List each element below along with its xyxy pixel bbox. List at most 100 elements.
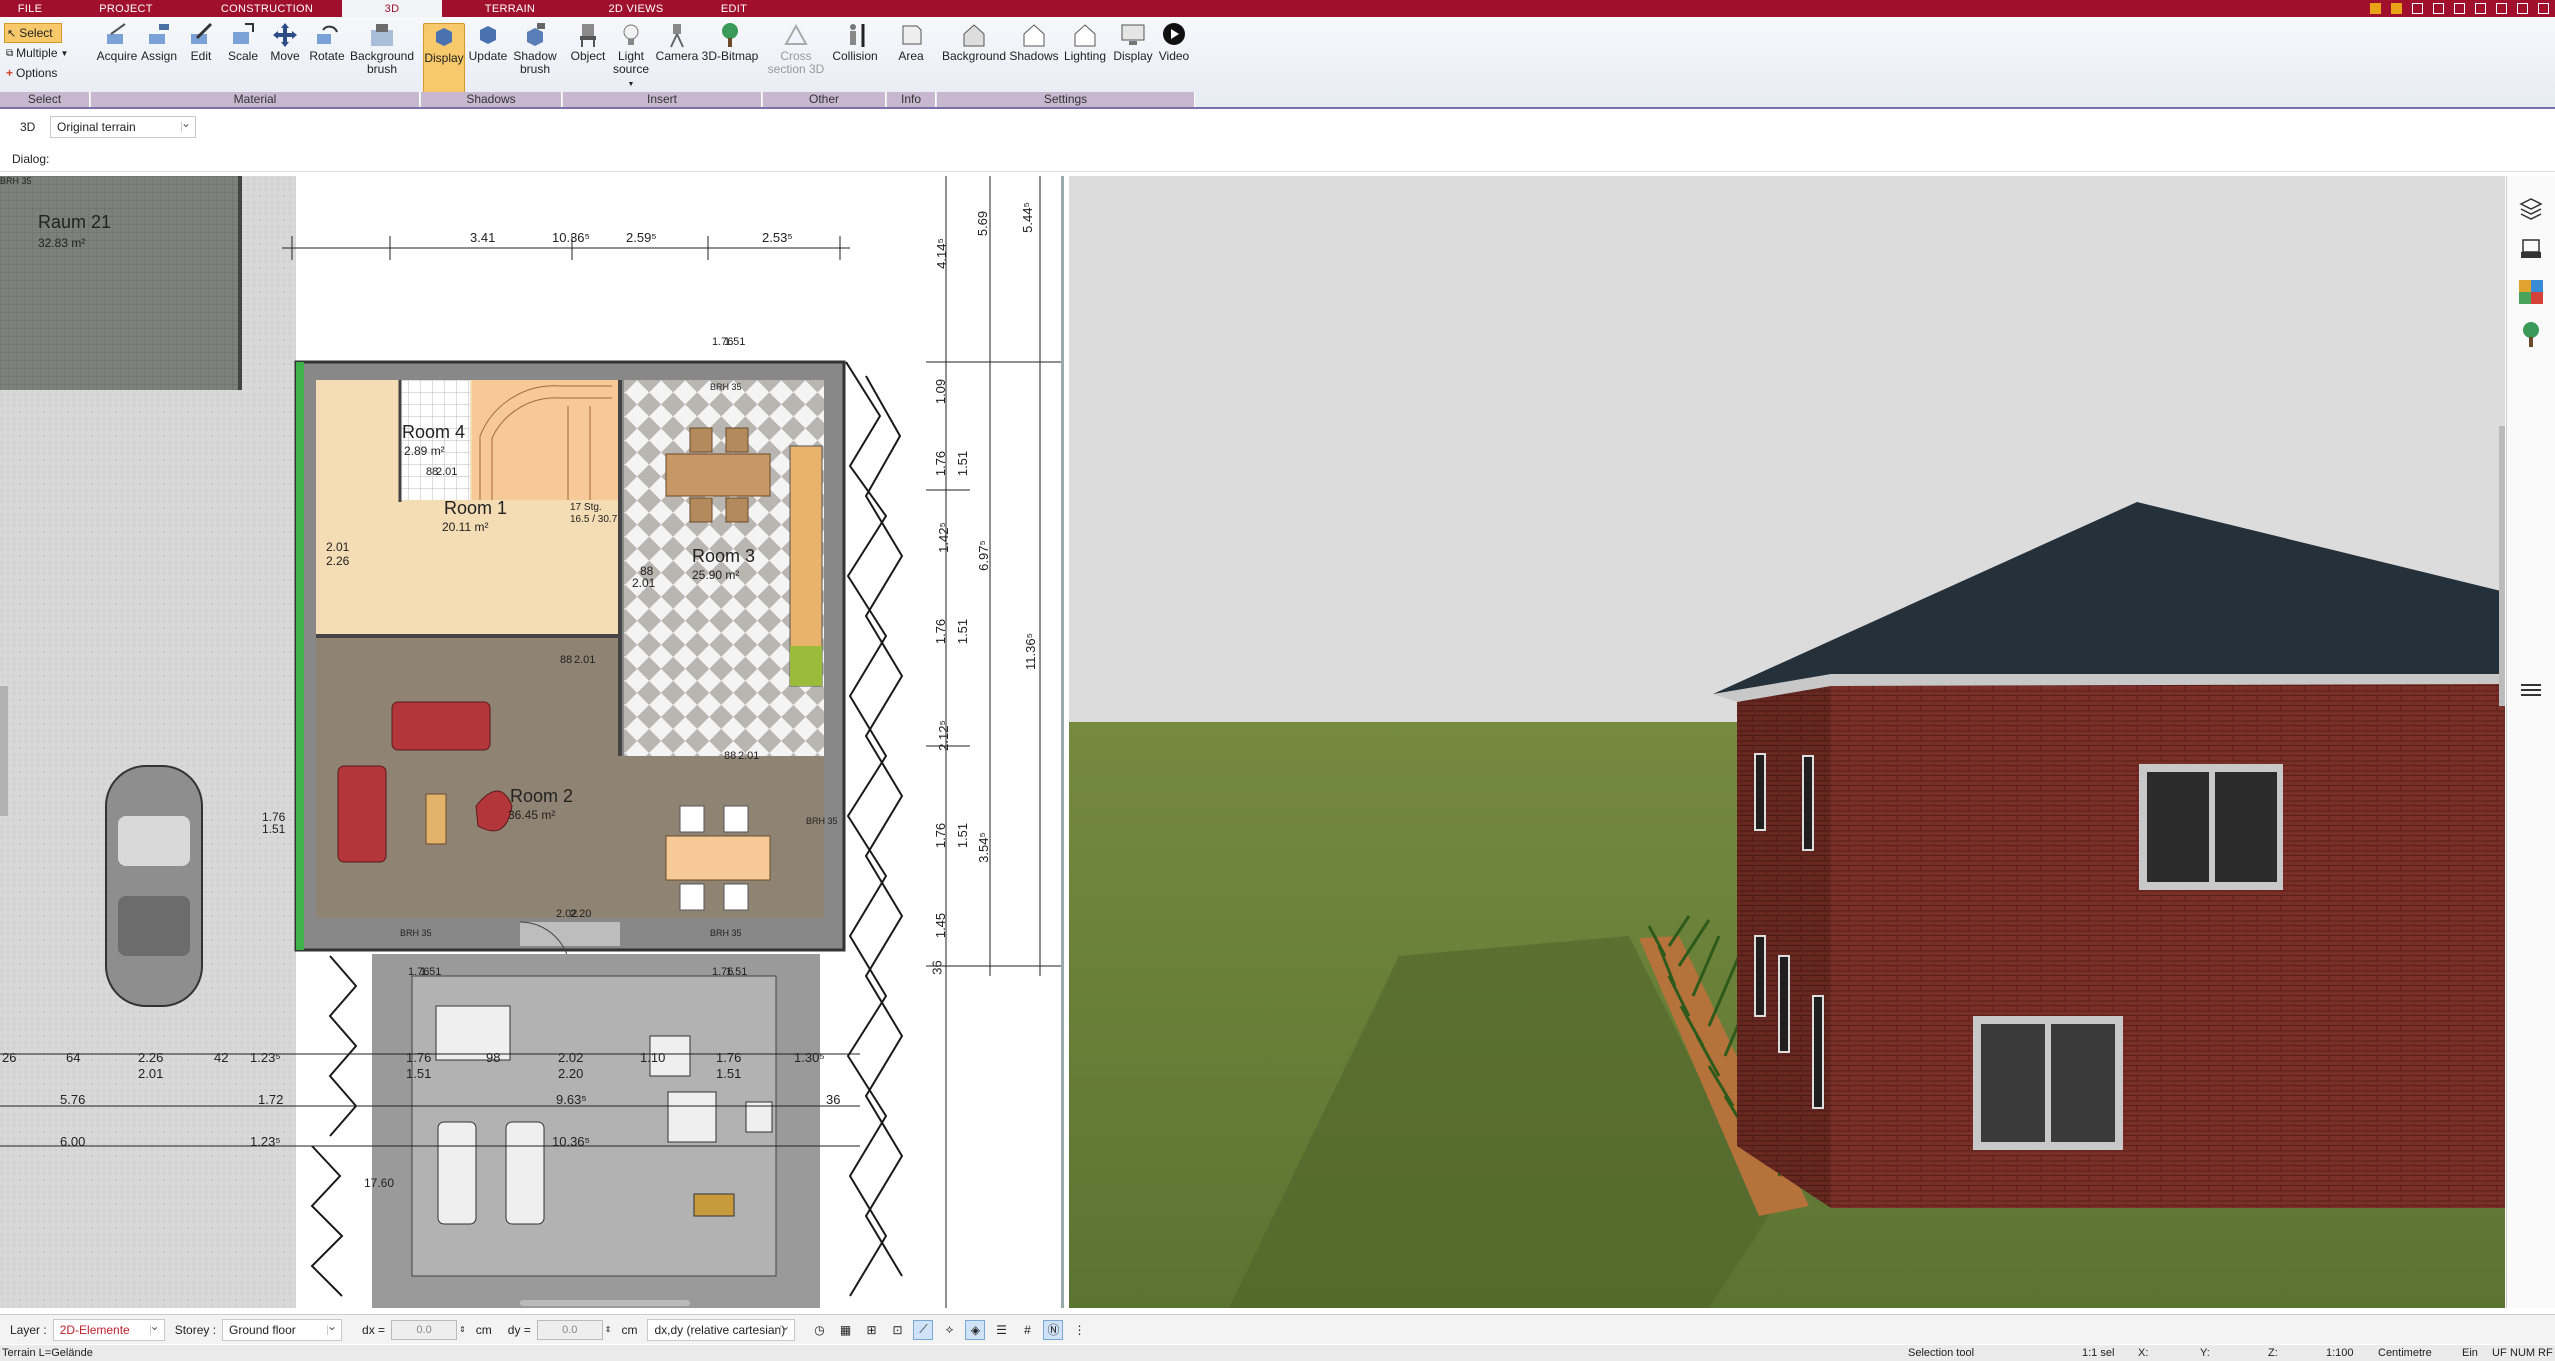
tab-construction[interactable]: CONSTRUCTION: [192, 0, 342, 17]
room-4-label: Room 4: [402, 422, 466, 442]
door-dim: 2.01: [738, 750, 760, 762]
area-icon: [902, 25, 922, 45]
insert-3d-bitmap-button[interactable]: 3D-Bitmap: [701, 22, 759, 63]
layers-icon[interactable]: [2517, 194, 2545, 222]
settings-icon[interactable]: [2412, 3, 2423, 14]
dy-label: dy =: [507, 1322, 531, 1337]
room-2-area: 36.45 m²: [508, 808, 556, 822]
dy-stepper[interactable]: ⇕: [605, 1325, 612, 1334]
collision-button[interactable]: Collision: [827, 22, 883, 63]
settings-video-button[interactable]: Video: [1155, 22, 1193, 63]
shadow-display-button[interactable]: Display: [423, 23, 465, 95]
dim-right: 1.76: [933, 450, 949, 477]
tab-edit[interactable]: EDIT: [694, 0, 774, 17]
dim-bottom: 1.23⁵: [250, 1050, 281, 1065]
options-button[interactable]: + Options: [4, 63, 84, 83]
insert-object-button[interactable]: Object: [567, 22, 609, 63]
hedge-right-icon: [845, 361, 904, 1297]
north-icon[interactable]: Ⓝ: [1043, 1319, 1064, 1340]
3d-viewport[interactable]: [1069, 176, 2505, 1308]
scale-button[interactable]: Scale: [223, 22, 263, 63]
insert-light-source-button[interactable]: Light source ▼: [609, 22, 653, 91]
settings-background-button[interactable]: Background: [941, 22, 1007, 63]
tab-terrain[interactable]: TERRAIN: [442, 0, 578, 17]
settings-shadows-button[interactable]: Shadows: [1009, 22, 1059, 63]
tab-project[interactable]: PROJECT: [60, 0, 192, 17]
shadow-update-button[interactable]: Update: [467, 22, 509, 63]
settings-lighting-button[interactable]: Lighting: [1061, 22, 1109, 63]
tab-2d-views[interactable]: 2D VIEWS: [578, 0, 694, 17]
select-tool-button[interactable]: ↖ Select: [4, 23, 62, 43]
multiple-button[interactable]: ⧉ Multiple ▼: [4, 43, 84, 63]
dx-input[interactable]: 0.0: [391, 1319, 458, 1340]
ein-indicator: Ein: [2462, 1347, 2478, 1359]
snap-point-icon[interactable]: ⊡: [887, 1320, 907, 1340]
3d-vertical-scrollbar[interactable]: [2499, 426, 2505, 706]
insert-camera-button[interactable]: Camera: [655, 22, 699, 63]
tools-icon[interactable]: [2370, 3, 2381, 14]
furniture-icon[interactable]: [2517, 236, 2545, 264]
background-brush-button[interactable]: Background brush: [349, 22, 415, 76]
ortho-icon[interactable]: ◈: [965, 1319, 986, 1340]
menu-lines-icon[interactable]: [2517, 676, 2545, 704]
acquire-button[interactable]: Acquire: [95, 22, 139, 63]
minimize-icon[interactable]: [2454, 3, 2465, 14]
snap-wall-icon[interactable]: ⊞: [861, 1320, 881, 1340]
maximize-icon[interactable]: [2475, 3, 2486, 14]
ribbon-tab-bar: FILE PROJECT CONSTRUCTION 3D TERRAIN 2D …: [0, 0, 2555, 17]
terrain-select[interactable]: Original terrain: [50, 116, 196, 138]
snap-grid-icon[interactable]: ▦: [835, 1320, 855, 1340]
coord-mode-select[interactable]: dx,dy (relative cartesian): [647, 1318, 796, 1341]
layer-select[interactable]: 2D-Elemente: [52, 1318, 165, 1341]
cube-refresh-icon: [480, 26, 496, 44]
chevron-down-icon: [150, 1319, 160, 1335]
plan-horizontal-scrollbar[interactable]: [520, 1300, 690, 1306]
rotate-button[interactable]: Rotate: [307, 22, 347, 63]
dim-bottom: 64: [66, 1050, 81, 1065]
edit-material-button[interactable]: Edit: [181, 22, 221, 63]
door-dim: 88: [560, 654, 573, 666]
room-4-area: 2.89 m²: [404, 444, 445, 458]
house-lighting-icon: [1074, 24, 1096, 47]
plants-icon[interactable]: [2517, 320, 2545, 348]
raster-icon[interactable]: ☰: [991, 1320, 1011, 1340]
scale-icon: [233, 23, 254, 44]
dialog-label: Dialog:: [12, 151, 50, 166]
snap-angle-icon[interactable]: ⟡: [939, 1320, 959, 1340]
help-icon[interactable]: [2496, 3, 2507, 14]
dim-bottom: 5.76: [60, 1092, 86, 1107]
close-icon[interactable]: [2538, 3, 2549, 14]
wall-green-left: [296, 362, 304, 950]
materials-icon[interactable]: [2517, 278, 2545, 306]
info-icon[interactable]: [2433, 3, 2444, 14]
floor-plan-viewport[interactable]: Raum 21 32.83 m² Room 4 2.89 m² Room 1 2…: [0, 176, 1064, 1308]
storey-select[interactable]: Ground floor: [222, 1318, 343, 1341]
table-room2-icon: [665, 835, 771, 881]
room-3-label: Room 3: [692, 546, 756, 566]
assign-button[interactable]: Assign: [139, 22, 179, 63]
cross-section-3d-button[interactable]: Cross section 3D: [767, 22, 825, 76]
grid-icon[interactable]: #: [1017, 1320, 1037, 1340]
dim-right: 1.51: [955, 450, 971, 477]
tab-file[interactable]: FILE: [0, 0, 60, 17]
more-vertical-icon[interactable]: ⋮: [1069, 1320, 1089, 1340]
dialog-field[interactable]: [53, 149, 2533, 169]
settings-display-button[interactable]: Display: [1111, 22, 1155, 63]
active-tool: Selection tool: [1908, 1347, 1975, 1359]
clock-icon[interactable]: ◷: [809, 1320, 829, 1340]
x-coordinate: X:: [2138, 1347, 2149, 1359]
dx-stepper[interactable]: ⇕: [459, 1325, 466, 1334]
config-icon[interactable]: [2391, 3, 2402, 14]
dy-input[interactable]: 0.0: [536, 1319, 603, 1340]
move-button[interactable]: Move: [265, 22, 305, 63]
shadow-brush-button[interactable]: Shadow brush: [511, 22, 559, 76]
garage-roof: [0, 176, 238, 390]
tab-3d[interactable]: 3D: [342, 0, 442, 17]
restore-icon[interactable]: [2517, 3, 2528, 14]
snap-line-icon[interactable]: ⟋: [913, 1319, 934, 1340]
area-button[interactable]: Area: [889, 22, 933, 63]
dim-top: 10.36⁵: [552, 230, 590, 245]
dim-bottom: 1.72: [258, 1092, 284, 1107]
dim-bottom: 1.30⁵: [794, 1050, 825, 1065]
group-info: Area Info: [887, 17, 936, 107]
